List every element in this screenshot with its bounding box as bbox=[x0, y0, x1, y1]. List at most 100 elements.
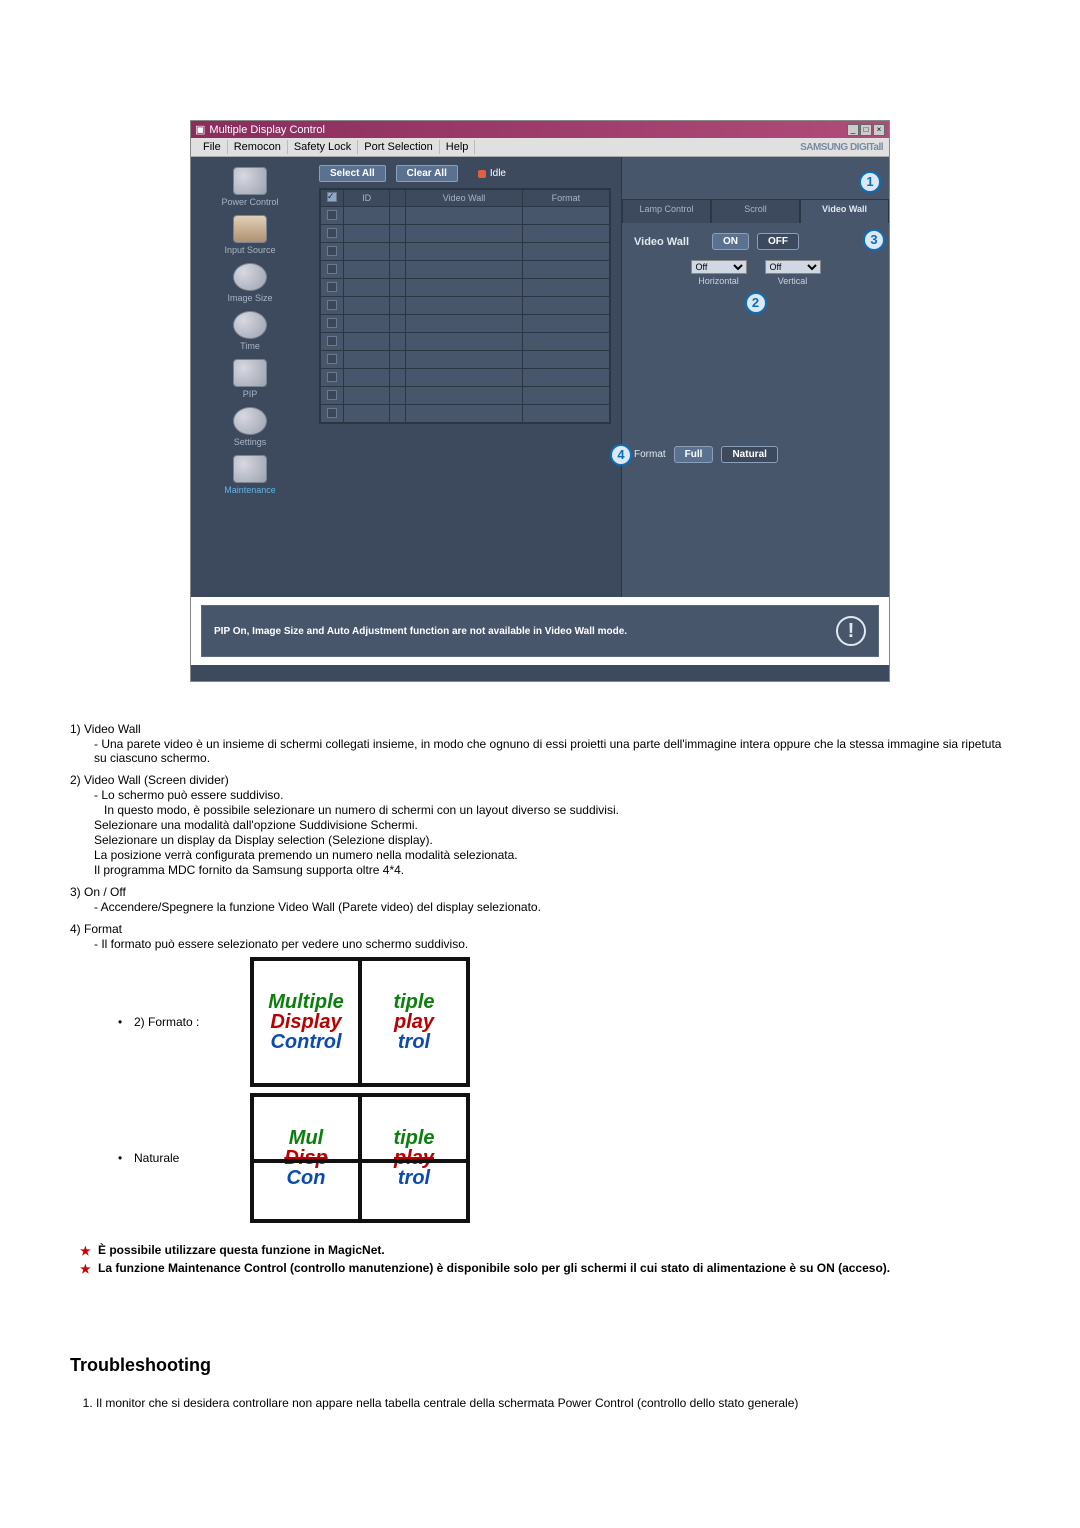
row-checkbox[interactable] bbox=[327, 282, 337, 292]
row-checkbox[interactable] bbox=[327, 228, 337, 238]
horizontal-select[interactable]: Off bbox=[691, 260, 747, 274]
item2-desc-a: Lo schermo può essere suddiviso. bbox=[94, 788, 1010, 802]
col-video-wall: Video Wall bbox=[406, 190, 523, 207]
settings-icon bbox=[233, 407, 267, 435]
format-natural-label: Naturale bbox=[134, 1151, 234, 1165]
item2-bullet: La posizione verrà configurata premendo … bbox=[94, 848, 1010, 862]
row-checkbox[interactable] bbox=[327, 246, 337, 256]
sidebar: Power Control Input Source Image Size Ti… bbox=[191, 157, 309, 597]
warning-bar: PIP On, Image Size and Auto Adjustment f… bbox=[201, 605, 879, 657]
vertical-label: Vertical bbox=[778, 276, 808, 286]
item2-title: 2) Video Wall (Screen divider) bbox=[70, 773, 1010, 787]
item4-title: 4) Format bbox=[70, 922, 1010, 936]
sidebar-item-power[interactable]: Power Control bbox=[197, 165, 303, 207]
row-checkbox[interactable] bbox=[327, 390, 337, 400]
row-checkbox[interactable] bbox=[327, 408, 337, 418]
image-size-icon bbox=[233, 263, 267, 291]
table-row[interactable] bbox=[321, 315, 610, 333]
maintenance-icon bbox=[233, 455, 267, 483]
table-row[interactable] bbox=[321, 243, 610, 261]
menu-safety-lock[interactable]: Safety Lock bbox=[288, 140, 358, 154]
application-window: ▣ Multiple Display Control _ □ × File Re… bbox=[190, 120, 890, 682]
col-status bbox=[390, 190, 406, 207]
format-natural-button[interactable]: Natural bbox=[721, 446, 777, 463]
titlebar: ▣ Multiple Display Control _ □ × bbox=[191, 121, 889, 138]
menu-help[interactable]: Help bbox=[440, 140, 476, 154]
table-row[interactable] bbox=[321, 351, 610, 369]
tab-video-wall[interactable]: Video Wall bbox=[800, 199, 889, 223]
item1-desc: Una parete video è un insieme di schermi… bbox=[94, 737, 1010, 765]
close-button[interactable]: × bbox=[873, 124, 885, 136]
item2-desc-b: In questo modo, è possibile selezionare … bbox=[94, 803, 1010, 817]
sidebar-item-pip[interactable]: PIP bbox=[197, 357, 303, 399]
vertical-select[interactable]: Off bbox=[765, 260, 821, 274]
maximize-button[interactable]: □ bbox=[860, 124, 872, 136]
time-icon bbox=[233, 311, 267, 339]
format-full-image: MultipleDisplayControl tipleplaytrol bbox=[250, 957, 470, 1087]
row-checkbox[interactable] bbox=[327, 318, 337, 328]
format-full-label: 2) Formato : bbox=[134, 1015, 234, 1029]
row-checkbox[interactable] bbox=[327, 372, 337, 382]
sidebar-item-time[interactable]: Time bbox=[197, 309, 303, 351]
row-checkbox[interactable] bbox=[327, 210, 337, 220]
menu-port-selection[interactable]: Port Selection bbox=[358, 140, 439, 154]
item2-bullet: Selezionare una modalità dall'opzione Su… bbox=[94, 818, 1010, 832]
row-checkbox[interactable] bbox=[327, 336, 337, 346]
table-row[interactable] bbox=[321, 405, 610, 423]
sidebar-item-image-size[interactable]: Image Size bbox=[197, 261, 303, 303]
clear-all-button[interactable]: Clear All bbox=[396, 165, 458, 182]
vw-on-button[interactable]: ON bbox=[712, 233, 749, 250]
format-label: Format bbox=[634, 449, 666, 460]
pip-icon bbox=[233, 359, 267, 387]
tabs: Lamp Control Scroll Video Wall 1 bbox=[622, 199, 889, 223]
sidebar-item-input[interactable]: Input Source bbox=[197, 213, 303, 255]
tab-lamp-control[interactable]: Lamp Control bbox=[622, 199, 711, 223]
document-content: 1) Video Wall Una parete video è un insi… bbox=[60, 722, 1020, 1410]
table-row[interactable] bbox=[321, 207, 610, 225]
item3-title: 3) On / Off bbox=[70, 885, 1010, 899]
callout-1: 1 bbox=[859, 171, 881, 193]
table-row[interactable] bbox=[321, 297, 610, 315]
table-row[interactable] bbox=[321, 225, 610, 243]
row-checkbox[interactable] bbox=[327, 300, 337, 310]
troubleshooting-heading: Troubleshooting bbox=[70, 1355, 1010, 1376]
callout-4: 4 bbox=[610, 444, 632, 466]
menu-file[interactable]: File bbox=[197, 140, 228, 154]
warning-text: PIP On, Image Size and Auto Adjustment f… bbox=[214, 626, 627, 637]
app-icon: ▣ bbox=[195, 123, 205, 136]
video-wall-label: Video Wall bbox=[634, 236, 704, 248]
vw-off-button[interactable]: OFF bbox=[757, 233, 799, 250]
warning-icon: ! bbox=[836, 616, 866, 646]
item3-desc: Accendere/Spegnere la funzione Video Wal… bbox=[94, 900, 1010, 914]
callout-2: 2 bbox=[745, 292, 767, 314]
tab-scroll[interactable]: Scroll bbox=[711, 199, 800, 223]
right-panel: Lamp Control Scroll Video Wall 1 Video W… bbox=[621, 157, 889, 597]
table-row[interactable] bbox=[321, 333, 610, 351]
brand-label: SAMSUNG DIGITall bbox=[800, 142, 883, 153]
menu-remocon[interactable]: Remocon bbox=[228, 140, 288, 154]
ts-item-1: Il monitor che si desidera controllare n… bbox=[96, 1396, 1010, 1410]
sidebar-item-settings[interactable]: Settings bbox=[197, 405, 303, 447]
horizontal-label: Horizontal bbox=[698, 276, 739, 286]
item2-bullet: Il programma MDC fornito da Samsung supp… bbox=[94, 863, 1010, 877]
row-checkbox[interactable] bbox=[327, 354, 337, 364]
minimize-button[interactable]: _ bbox=[847, 124, 859, 136]
table-row[interactable] bbox=[321, 279, 610, 297]
idle-dot-icon bbox=[478, 170, 486, 178]
item1-title: 1) Video Wall bbox=[70, 722, 1010, 736]
header-checkbox[interactable] bbox=[321, 190, 344, 207]
table-row[interactable] bbox=[321, 369, 610, 387]
callout-3: 3 bbox=[863, 229, 885, 251]
col-format: Format bbox=[522, 190, 609, 207]
col-id: ID bbox=[344, 190, 390, 207]
window-title: Multiple Display Control bbox=[209, 124, 325, 136]
row-checkbox[interactable] bbox=[327, 264, 337, 274]
format-full-button[interactable]: Full bbox=[674, 446, 714, 463]
sidebar-item-maintenance[interactable]: Maintenance bbox=[197, 453, 303, 495]
table-row[interactable] bbox=[321, 387, 610, 405]
table-row[interactable] bbox=[321, 261, 610, 279]
display-table: ID Video Wall Format bbox=[319, 188, 611, 424]
menubar: File Remocon Safety Lock Port Selection … bbox=[191, 138, 889, 157]
item4-desc: Il formato può essere selezionato per ve… bbox=[94, 937, 1010, 951]
select-all-button[interactable]: Select All bbox=[319, 165, 386, 182]
